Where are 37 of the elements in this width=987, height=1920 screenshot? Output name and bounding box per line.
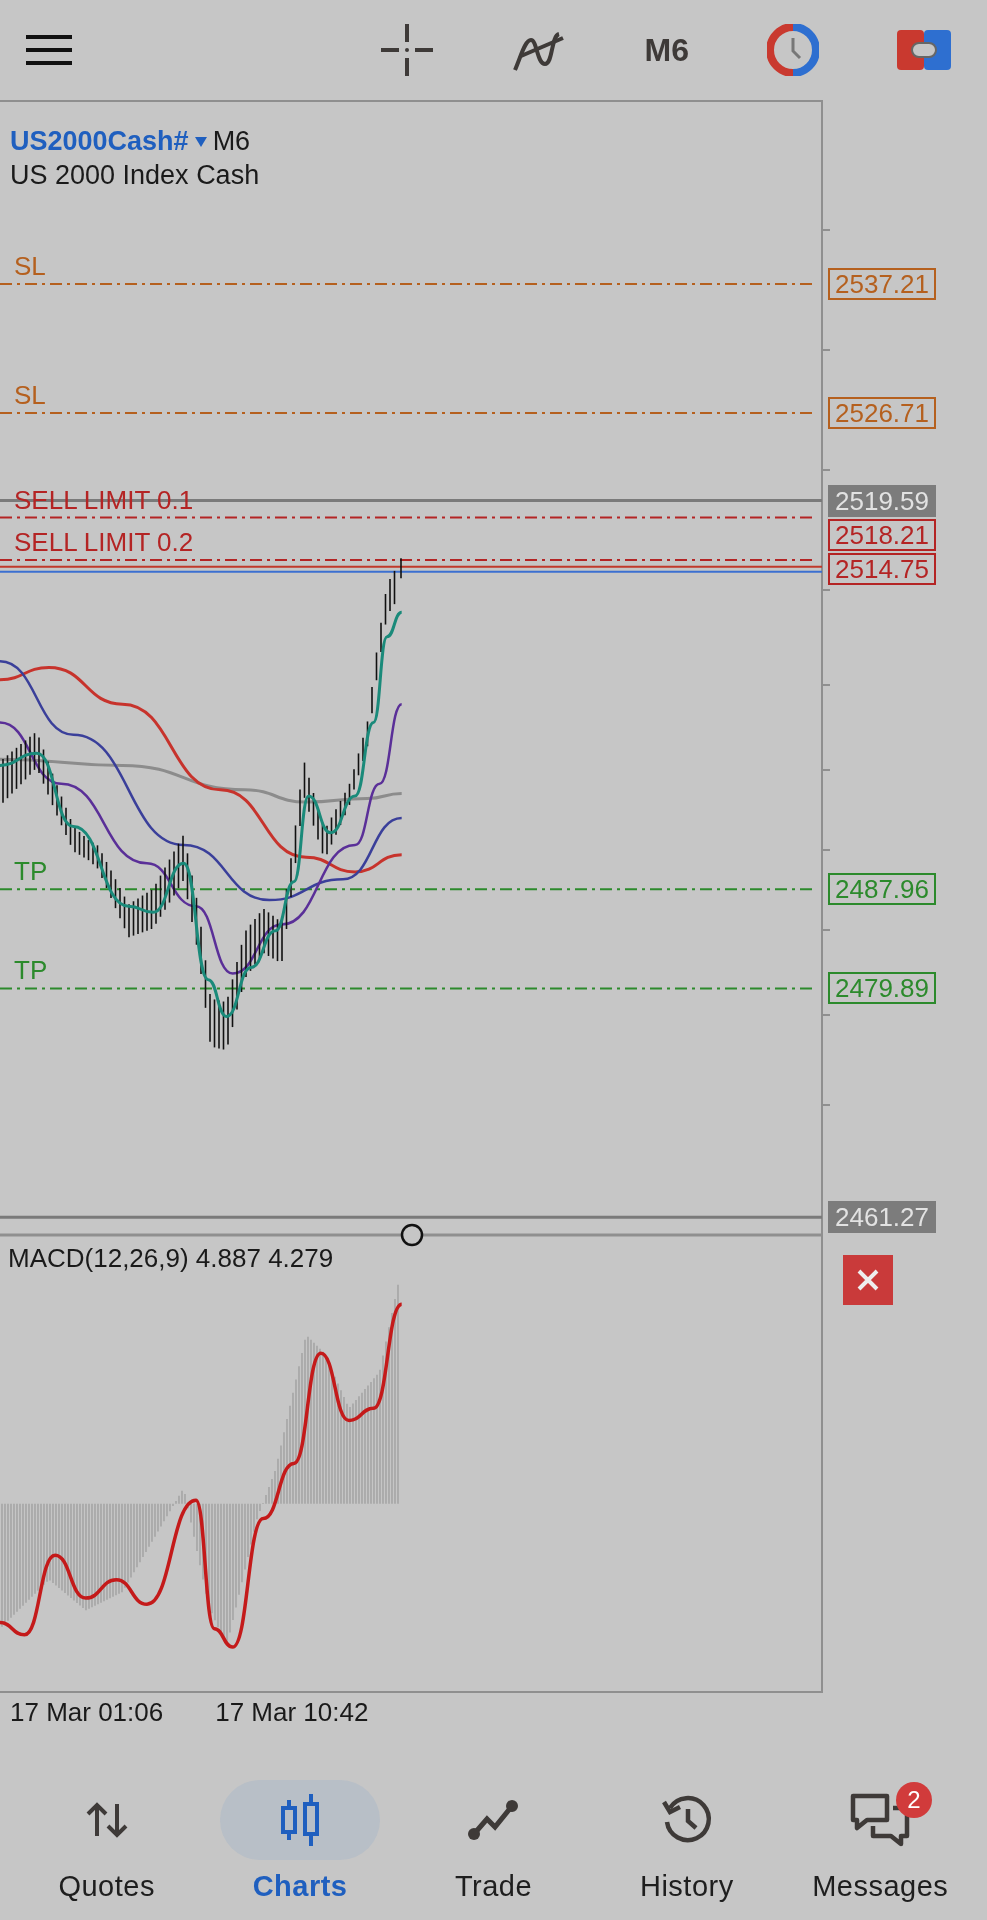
price-tag: 2519.59	[828, 484, 936, 517]
level-label: TP	[14, 858, 48, 885]
price-tag: 2461.27	[828, 1201, 936, 1234]
level-label: SL	[14, 382, 46, 409]
indicator-label: MACD(12,26,9) 4.887 4.279	[8, 1243, 334, 1274]
time-label: 17 Mar 10:42	[215, 1697, 369, 1728]
price-tag: 2526.71	[828, 397, 936, 430]
price-tag: 2487.96	[828, 873, 936, 906]
nav-tab[interactable]: Trade	[403, 1780, 584, 1903]
arrows-icon	[84, 1800, 129, 1840]
timeframe-button[interactable]: M6	[644, 31, 689, 69]
clock-icon[interactable]	[767, 24, 819, 76]
pane-resize-handle[interactable]	[400, 1223, 424, 1247]
level-label: SELL LIMIT 0.1	[14, 486, 194, 513]
time-label: 17 Mar 01:06	[10, 1697, 164, 1728]
price-tag: 2514.75	[828, 552, 936, 585]
crosshair-icon[interactable]	[380, 24, 433, 76]
history-icon	[660, 1794, 713, 1846]
trading-toggle-icon[interactable]	[897, 30, 951, 70]
symbol-description: US 2000 Index Cash	[10, 160, 260, 191]
level-label: TP	[14, 957, 48, 984]
close-button[interactable]	[843, 1255, 893, 1305]
nav-tab[interactable]: Quotes	[16, 1780, 197, 1903]
level-label: SELL LIMIT 0.2	[14, 529, 194, 556]
price-tag: 2479.89	[828, 972, 936, 1005]
symbol-name[interactable]: US2000Cash#	[10, 126, 189, 157]
menu-icon[interactable]	[26, 34, 72, 66]
trend-line-icon	[467, 1799, 520, 1841]
level-label: SL	[14, 253, 46, 279]
nav-tab[interactable]: History	[596, 1780, 777, 1903]
price-tag: 2537.21	[828, 268, 936, 300]
caret-icon[interactable]	[194, 136, 207, 147]
timeframe-label: M6	[212, 126, 251, 157]
notification-badge: 2	[896, 1782, 933, 1818]
close-icon	[856, 1268, 880, 1292]
nav-tab[interactable]: 2 Messages	[790, 1780, 971, 1903]
price-tag: 2518.21	[828, 518, 936, 551]
